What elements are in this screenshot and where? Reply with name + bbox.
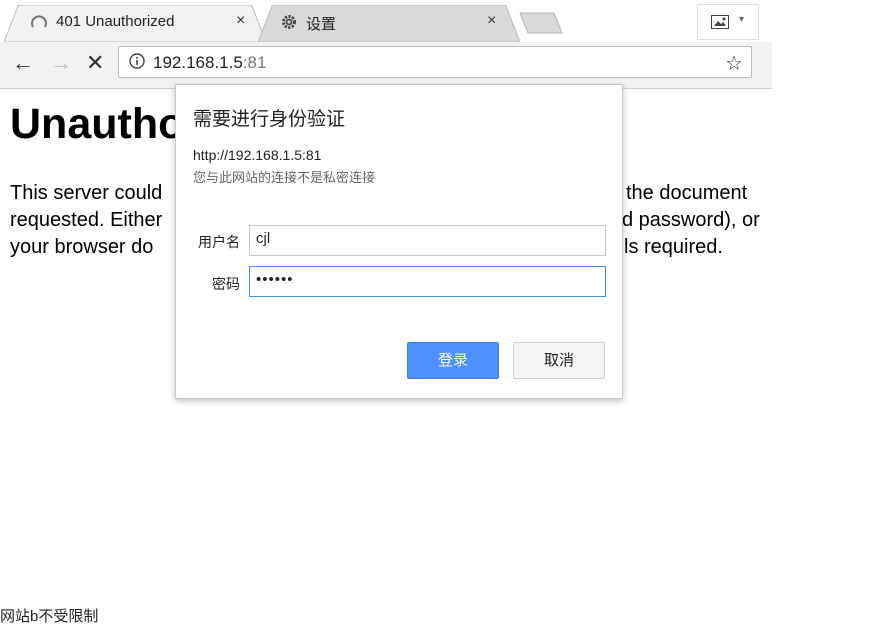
username-field[interactable]: cjl [249, 225, 606, 256]
new-tab-button[interactable] [518, 12, 564, 39]
page-heading: Unautho [10, 100, 185, 148]
loading-spinner-icon [30, 14, 48, 37]
url-host: 192.168.1.5 [153, 53, 243, 72]
dialog-connection-note: 您与此网站的连接不是私密连接 [193, 170, 376, 185]
password-label: 密码 [212, 276, 240, 292]
forward-button[interactable]: → [50, 50, 72, 76]
username-label: 用户名 [198, 234, 240, 250]
login-button[interactable]: 登录 [407, 342, 499, 379]
password-field[interactable]: •••••• [249, 266, 606, 297]
auth-dialog: 需要进行身份验证 http://192.168.1.5:81 您与此网站的连接不… [175, 84, 623, 399]
tab-strip: 401 Unauthorized × 设置 × ▾ [0, 0, 772, 42]
image-icon [711, 15, 729, 34]
dialog-title: 需要进行身份验证 [193, 109, 346, 130]
info-icon[interactable] [129, 53, 145, 69]
back-button[interactable]: ← [12, 50, 34, 76]
dialog-host: http://192.168.1.5:81 [193, 147, 322, 163]
url-port: :81 [242, 53, 267, 72]
browser-chrome: 401 Unauthorized × 设置 × ▾ ← → ✕ 192.168.… [0, 0, 772, 89]
tab-title: 设置 [306, 16, 337, 33]
tab-401-unauthorized[interactable]: 401 Unauthorized × [4, 5, 266, 42]
chevron-down-icon: ▾ [739, 14, 745, 25]
toolbar: ← → ✕ 192.168.1.5:81 ☆ [0, 42, 772, 89]
stop-button[interactable]: ✕ [86, 50, 104, 76]
gear-icon [280, 13, 298, 36]
address-bar[interactable]: 192.168.1.5:81 ☆ [118, 46, 752, 78]
url-text: 192.168.1.5:81 [153, 53, 266, 73]
status-bar: 网站b不受限制 [0, 605, 103, 626]
tab-settings[interactable]: 设置 × [258, 5, 520, 42]
bookmark-star-icon[interactable]: ☆ [725, 51, 743, 76]
tab-close-button[interactable]: × [236, 12, 245, 30]
tab-close-button[interactable]: × [487, 12, 496, 30]
tab-title: 401 Unauthorized [56, 13, 175, 30]
cancel-button[interactable]: 取消 [513, 342, 605, 379]
extension-button[interactable]: ▾ [697, 4, 759, 40]
